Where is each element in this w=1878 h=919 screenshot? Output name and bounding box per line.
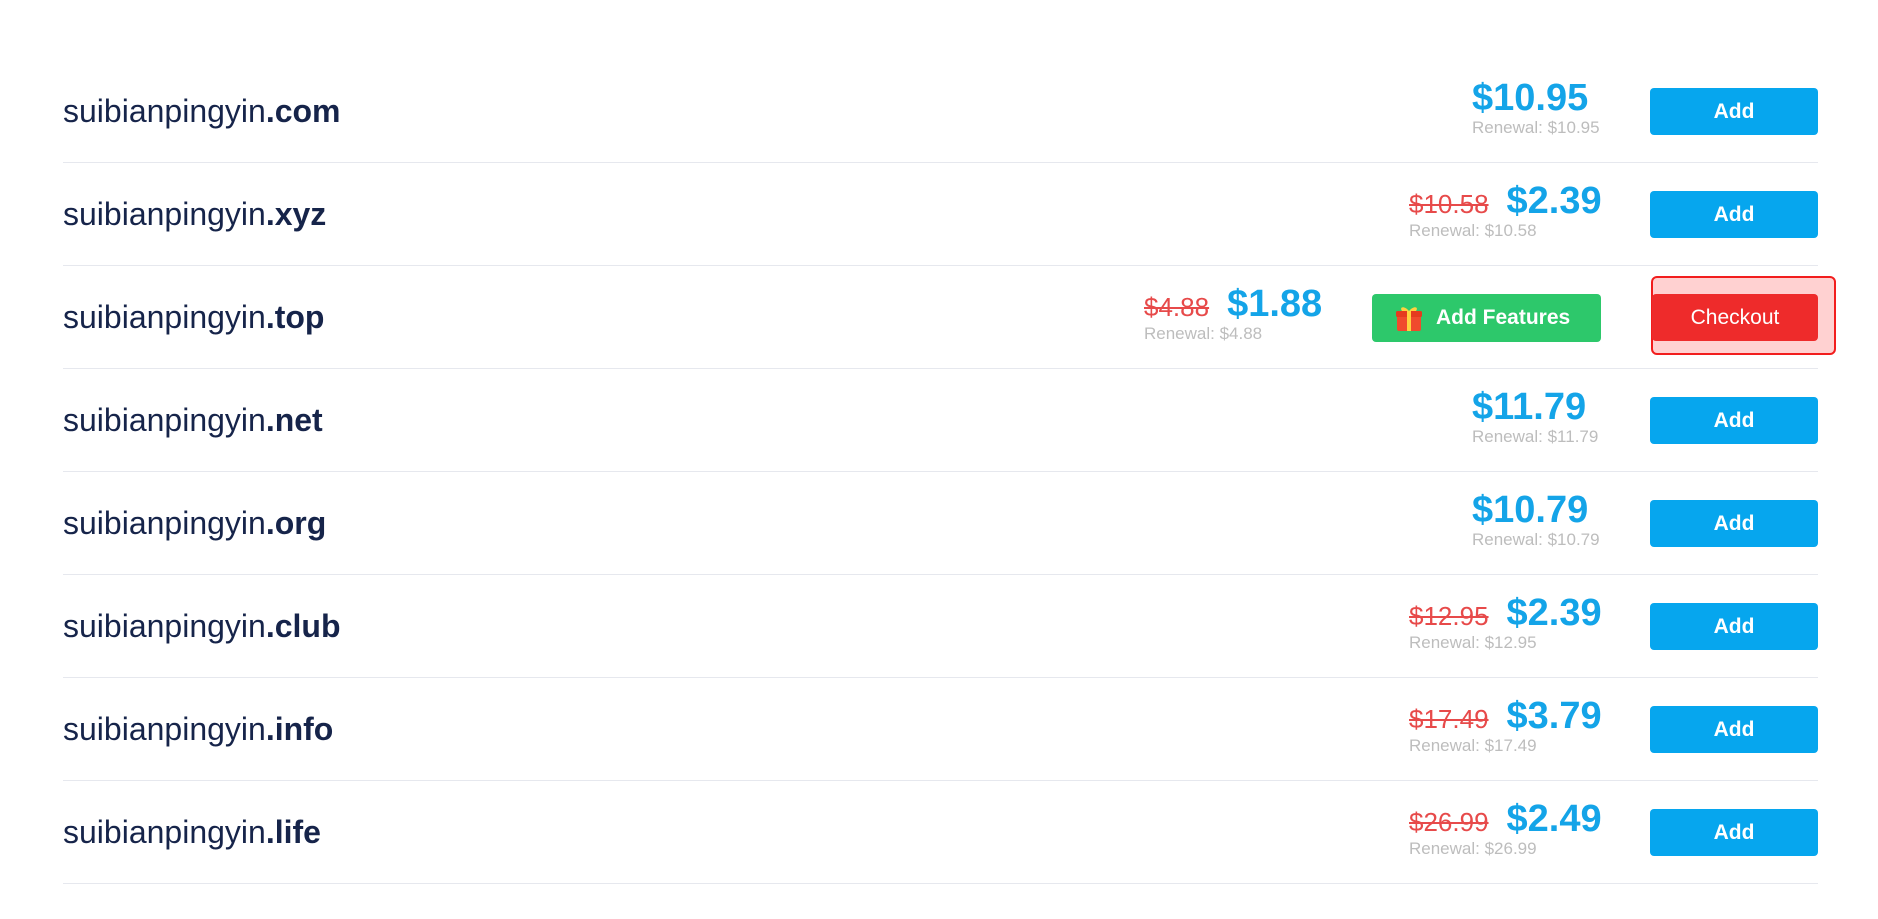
current-price: $10.79 — [1472, 489, 1589, 531]
current-price: $11.79 — [1472, 386, 1587, 428]
add-button[interactable]: Add — [1650, 88, 1818, 135]
domain-row: suibianpingyin.club $12.95 $2.39 Renewal… — [63, 575, 1818, 678]
domain-row: suibianpingyin.org $10.79 Renewal: $10.7… — [63, 472, 1818, 575]
original-price: $4.88 — [1144, 292, 1210, 322]
renewal-price: Renewal: $10.95 — [1472, 118, 1600, 137]
domain-name: suibianpingyin.net — [63, 369, 323, 471]
price-block: $12.95 $2.39 Renewal: $12.95 — [1409, 593, 1602, 653]
domain-row: suibianpingyin.xyz $10.58 $2.39 Renewal:… — [63, 163, 1818, 266]
current-price: $3.79 — [1506, 695, 1602, 737]
add-button[interactable]: Add — [1650, 397, 1818, 444]
domain-base: suibianpingyin — [63, 93, 266, 129]
price-block: $10.58 $2.39 Renewal: $10.58 — [1409, 181, 1602, 241]
price-block: $26.99 $2.49 Renewal: $26.99 — [1409, 799, 1602, 859]
price-block: $17.49 $3.79 Renewal: $17.49 — [1409, 696, 1602, 756]
gift-icon — [1394, 303, 1424, 333]
renewal-price: Renewal: $4.88 — [1144, 324, 1263, 343]
domain-base: suibianpingyin — [63, 196, 266, 232]
domain-base: suibianpingyin — [63, 608, 266, 644]
add-features-button[interactable]: Add Features — [1372, 294, 1601, 342]
domain-tld: .top — [265, 299, 325, 335]
domain-tld: .com — [265, 93, 341, 129]
domain-name: suibianpingyin.top — [63, 266, 324, 368]
domain-row: suibianpingyin.info $17.49 $3.79 Renewal… — [63, 678, 1818, 781]
price-block: $10.79 Renewal: $10.79 — [1472, 490, 1600, 550]
domain-results-list: suibianpingyin.com $10.95 Renewal: $10.9… — [63, 60, 1836, 884]
original-price: $26.99 — [1409, 807, 1489, 837]
checkout-button[interactable]: Checkout — [1652, 294, 1818, 341]
original-price: $17.49 — [1409, 704, 1489, 734]
domain-row: suibianpingyin.life $26.99 $2.49 Renewal… — [63, 781, 1818, 884]
domain-tld: .info — [265, 711, 334, 747]
current-price: $10.95 — [1472, 77, 1589, 119]
domain-base: suibianpingyin — [63, 505, 266, 541]
original-price: $10.58 — [1409, 189, 1489, 219]
renewal-price: Renewal: $12.95 — [1409, 633, 1537, 652]
current-price: $2.39 — [1506, 180, 1602, 222]
current-price: $2.39 — [1506, 592, 1602, 634]
domain-name: suibianpingyin.club — [63, 575, 340, 677]
domain-tld: .life — [265, 814, 321, 850]
add-button[interactable]: Add — [1650, 706, 1818, 753]
domain-base: suibianpingyin — [63, 814, 266, 850]
current-price: $1.88 — [1227, 283, 1323, 325]
renewal-price: Renewal: $11.79 — [1472, 427, 1599, 446]
domain-base: suibianpingyin — [63, 711, 266, 747]
price-block: $11.79 Renewal: $11.79 — [1472, 387, 1598, 447]
renewal-price: Renewal: $26.99 — [1409, 839, 1537, 858]
renewal-price: Renewal: $17.49 — [1409, 736, 1537, 755]
domain-tld: .xyz — [265, 196, 327, 232]
domain-name: suibianpingyin.org — [63, 472, 326, 574]
domain-row: suibianpingyin.net $11.79 Renewal: $11.7… — [63, 369, 1818, 472]
domain-base: suibianpingyin — [63, 402, 266, 438]
domain-name: suibianpingyin.xyz — [63, 163, 326, 265]
domain-tld: .net — [265, 402, 323, 438]
current-price: $2.49 — [1506, 798, 1602, 840]
domain-row: suibianpingyin.com $10.95 Renewal: $10.9… — [63, 60, 1818, 163]
domain-name: suibianpingyin.info — [63, 678, 333, 780]
add-button[interactable]: Add — [1650, 500, 1818, 547]
add-button[interactable]: Add — [1650, 191, 1818, 238]
renewal-price: Renewal: $10.79 — [1472, 530, 1600, 549]
renewal-price: Renewal: $10.58 — [1409, 221, 1537, 240]
add-button[interactable]: Add — [1650, 809, 1818, 856]
price-block: $4.88 $1.88 Renewal: $4.88 — [1144, 284, 1322, 344]
add-features-label: Add Features — [1436, 306, 1571, 329]
domain-base: suibianpingyin — [63, 299, 266, 335]
add-button[interactable]: Add — [1650, 603, 1818, 650]
price-block: $10.95 Renewal: $10.95 — [1472, 78, 1600, 138]
domain-name: suibianpingyin.life — [63, 781, 321, 883]
domain-tld: .org — [265, 505, 327, 541]
original-price: $12.95 — [1409, 601, 1489, 631]
domain-name: suibianpingyin.com — [63, 60, 341, 162]
domain-tld: .club — [265, 608, 341, 644]
domain-row: suibianpingyin.top $4.88 $1.88 Renewal: … — [63, 266, 1836, 369]
